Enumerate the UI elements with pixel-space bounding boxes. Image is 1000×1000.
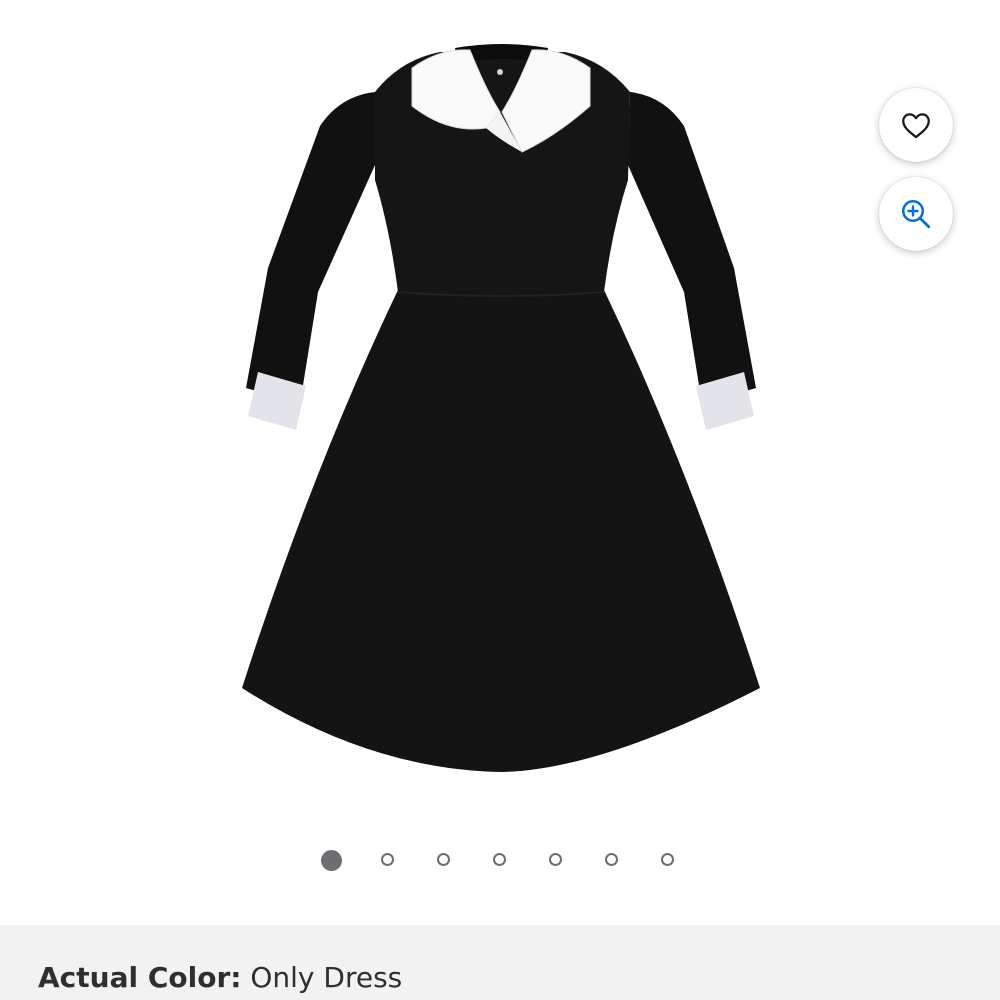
carousel-dot-6[interactable] — [605, 853, 618, 866]
actual-color-value: Only Dress — [250, 961, 403, 994]
carousel-dot-7[interactable] — [661, 853, 674, 866]
carousel-dot-4[interactable] — [493, 853, 506, 866]
actual-color-line: Actual Color: Only Dress — [38, 960, 402, 996]
actual-color-label: Actual Color: — [38, 961, 242, 994]
image-gallery — [0, 0, 1000, 925]
carousel-dot-1[interactable] — [321, 850, 342, 871]
dress-left-sleeve — [246, 92, 375, 404]
product-image[interactable] — [0, 0, 1000, 840]
carousel-dot-5[interactable] — [549, 853, 562, 866]
heart-icon — [902, 113, 930, 139]
carousel-dot-2[interactable] — [381, 853, 394, 866]
favorite-button[interactable] — [879, 88, 953, 162]
dress-right-sleeve — [628, 92, 756, 404]
zoom-in-icon — [901, 199, 931, 229]
carousel-dots — [0, 850, 1000, 876]
dress-skirt — [242, 290, 760, 772]
product-page: Actual Color: Only Dress — [0, 0, 1000, 1000]
carousel-dot-3[interactable] — [437, 853, 450, 866]
zoom-button[interactable] — [879, 177, 953, 251]
